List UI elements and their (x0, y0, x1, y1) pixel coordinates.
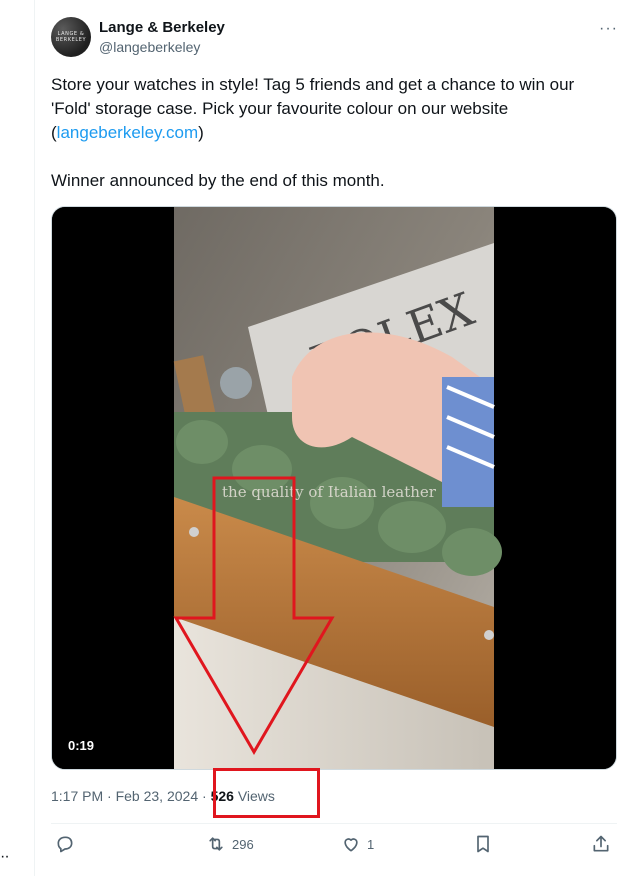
retweet-button[interactable]: 296 (206, 834, 254, 854)
avatar[interactable]: LANGE & BERKELEY (51, 17, 91, 57)
more-options-icon[interactable]: ··· (599, 20, 618, 38)
left-more-icon[interactable]: ·· (0, 848, 10, 866)
tweet-date[interactable]: Feb 23, 2024 (116, 788, 199, 804)
author-handle[interactable]: @langeberkeley (99, 39, 200, 55)
avatar-logo-text: LANGE & BERKELEY (55, 31, 87, 43)
author-name[interactable]: Lange & Berkeley (99, 19, 225, 36)
action-bar: 296 1 (51, 834, 617, 862)
share-button[interactable] (591, 834, 611, 854)
heart-icon (344, 838, 358, 852)
reply-icon (57, 836, 73, 853)
share-icon (593, 835, 609, 852)
actions-divider (51, 823, 617, 824)
retweet-count: 296 (232, 836, 254, 852)
reply-button[interactable] (55, 834, 75, 854)
retweet-icon (209, 837, 223, 851)
like-count: 1 (367, 836, 375, 852)
like-button[interactable]: 1 (341, 834, 374, 854)
tweet-text-line2: Winner announced by the end of this mont… (51, 171, 385, 190)
bookmark-icon (477, 835, 489, 853)
tweet-text: Store your watches in style! Tag 5 frien… (51, 73, 611, 193)
annotation-arrow-icon (173, 476, 335, 755)
bookmark-button[interactable] (473, 834, 493, 854)
left-rail (0, 0, 35, 876)
views-highlight-box (213, 768, 320, 818)
tweet: LANGE & BERKELEY Lange & Berkeley @lange… (35, 0, 632, 876)
video-duration: 0:19 (68, 738, 95, 753)
tweet-time[interactable]: 1:17 PM (51, 788, 103, 804)
website-link[interactable]: langeberkeley.com (57, 123, 198, 142)
